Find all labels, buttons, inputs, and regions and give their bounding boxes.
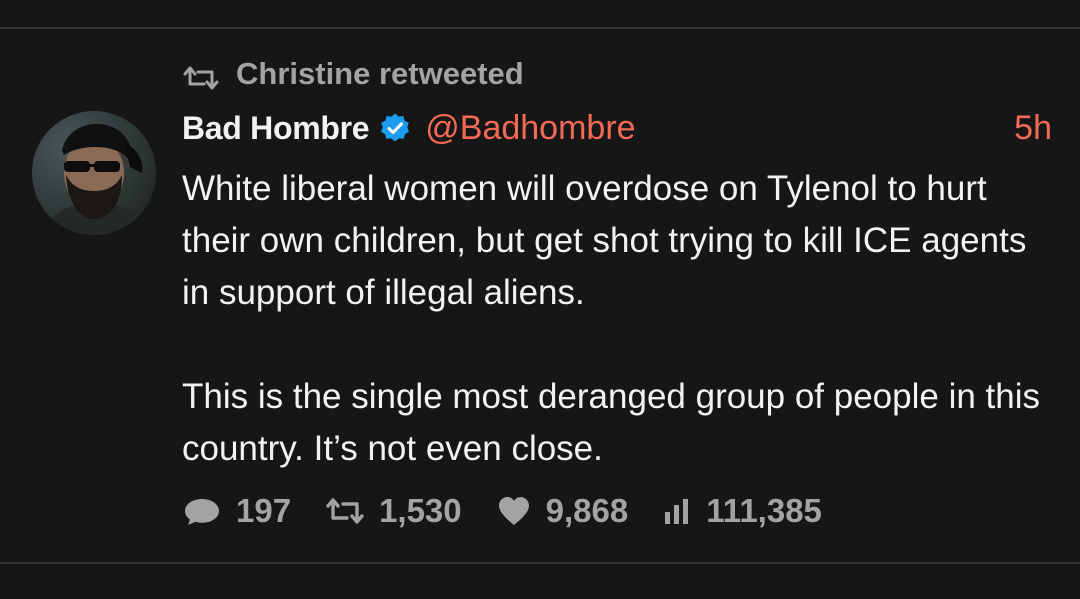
tweet-card[interactable]: Christine retweeted Bad Hombre @Badhombr… <box>0 29 1080 562</box>
author-handle[interactable]: @Badhombre <box>425 109 635 148</box>
tweet-body: White liberal women will overdose on Tyl… <box>182 163 1052 475</box>
view-count: 111,385 <box>706 492 822 529</box>
author-row: Bad Hombre @Badhombre 5h <box>182 107 1052 149</box>
like-count: 9,868 <box>545 492 629 529</box>
like-button[interactable]: 9,868 <box>496 492 629 530</box>
tweet-paragraph: This is the single most deranged group o… <box>182 377 1041 468</box>
bar-chart-icon <box>665 499 689 524</box>
reply-button[interactable]: 197 <box>182 492 291 530</box>
retweet-label[interactable]: Christine retweeted <box>236 56 524 92</box>
retweet-header: Christine retweeted <box>182 56 524 92</box>
retweet-icon <box>326 498 364 524</box>
retweet-count: 1,530 <box>379 492 462 529</box>
reply-count: 197 <box>236 492 292 529</box>
verified-badge-icon <box>379 112 411 144</box>
reply-bubble-icon <box>185 499 219 525</box>
tweet-screen: Christine retweeted Bad Hombre @Badhombr… <box>0 0 1080 599</box>
heart-icon <box>498 497 529 525</box>
avatar[interactable] <box>32 111 156 235</box>
retweet-icon <box>182 62 220 90</box>
engagement-bar: 197 1,530 9,868 111,385 <box>182 491 856 531</box>
views-button[interactable]: 111,385 <box>662 492 822 530</box>
bottom-divider <box>0 562 1080 564</box>
retweet-button[interactable]: 1,530 <box>325 492 462 530</box>
tweet-timestamp[interactable]: 5h <box>1014 109 1052 148</box>
author-name[interactable]: Bad Hombre <box>182 110 370 147</box>
tweet-paragraph: White liberal women will overdose on Tyl… <box>182 169 1027 312</box>
